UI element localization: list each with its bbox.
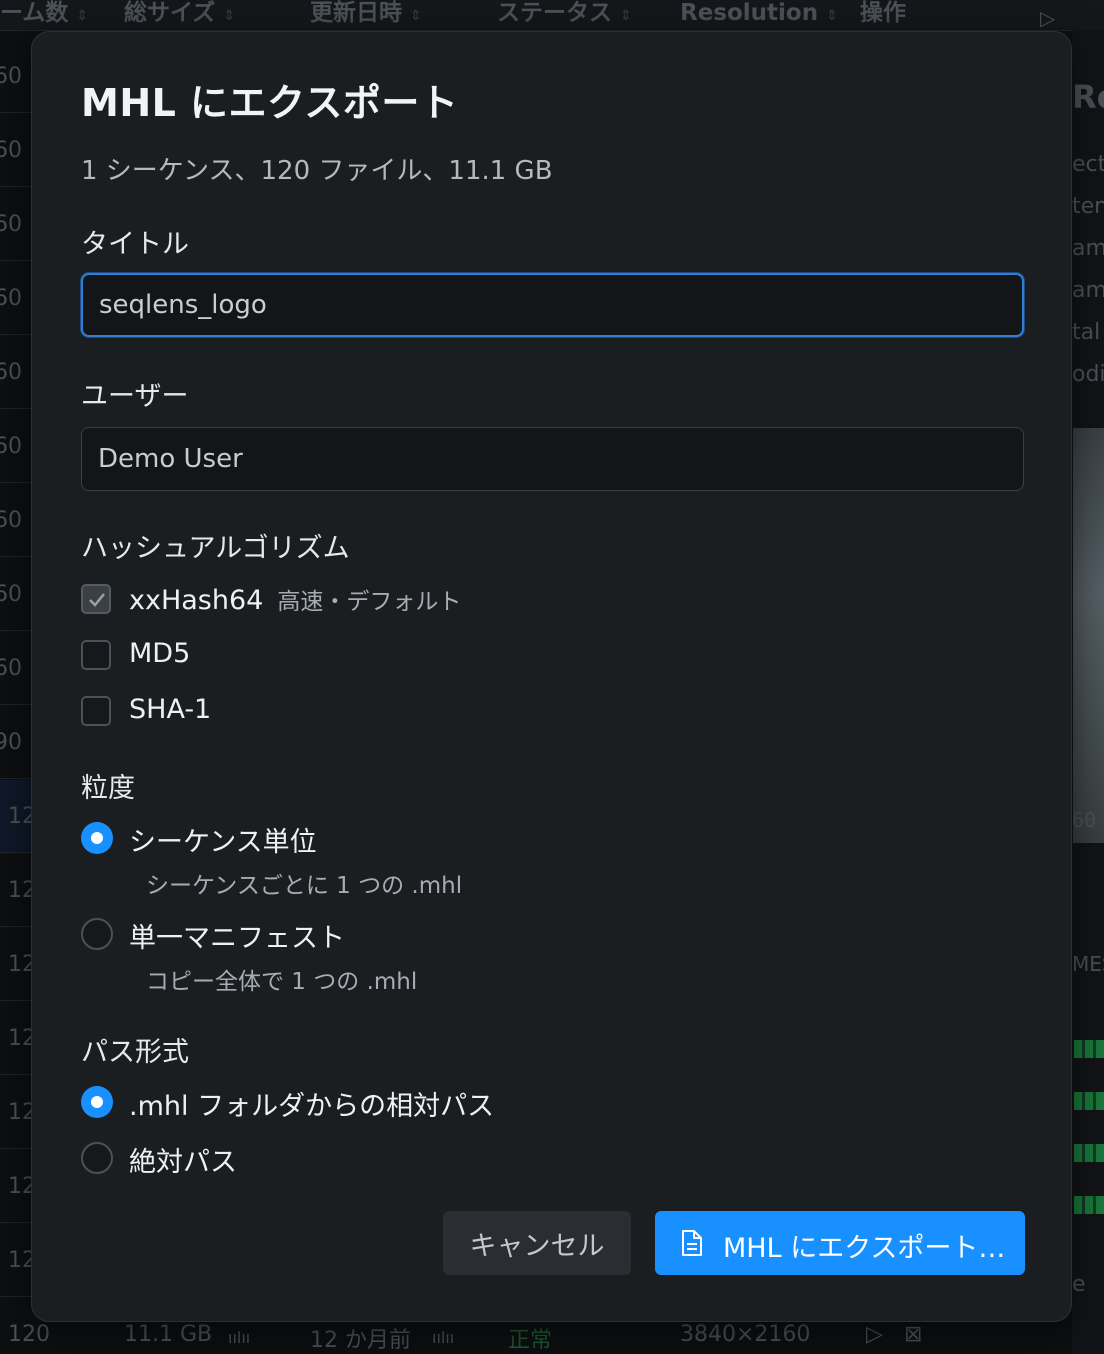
panel-field: ame	[1072, 278, 1104, 303]
option-description: コピー全体で 1 つの .mhl	[146, 969, 418, 995]
sparkline-icon: ıılıı	[432, 1328, 455, 1347]
column-header-actions: 操作	[860, 0, 906, 28]
column-label: 更新日時	[310, 0, 402, 26]
granularity-label: 粒度	[81, 773, 135, 804]
image-icon[interactable]: ⊠	[904, 1322, 922, 1347]
option-label: 絶対パス	[129, 1147, 237, 1178]
table-header: ーム数 ⇕ 総サイズ ⇕ 更新日時 ⇕ ステータス ⇕ Resolution ⇕ 操作	[0, 0, 1104, 31]
panel-field: 60	[1072, 808, 1097, 832]
status-badge: 正常	[508, 1328, 553, 1353]
cell-size: 11.1 GB	[124, 1322, 213, 1347]
relative-path-radio[interactable]	[81, 1086, 113, 1118]
panel-heading: Re	[1072, 78, 1104, 116]
single-manifest-radio[interactable]	[81, 918, 113, 950]
column-header-modified[interactable]: 更新日時 ⇕	[310, 0, 422, 28]
waveform-bar	[1074, 1040, 1104, 1058]
waveform-bar	[1074, 1144, 1104, 1162]
panel-field: ame	[1072, 236, 1104, 261]
sha1-checkbox[interactable]	[81, 696, 111, 726]
panel-field: MES	[1072, 952, 1104, 976]
dialog-title: MHL にエクスポート	[81, 81, 459, 125]
title-field-label: タイトル	[81, 229, 189, 260]
panel-field: e	[1072, 1272, 1086, 1297]
option-label: .mhl フォルダからの相対パス	[129, 1091, 495, 1122]
sort-icon: ⇕	[620, 8, 632, 24]
option-label: MD5	[129, 638, 191, 669]
xxhash64-checkbox[interactable]	[81, 584, 111, 614]
cancel-button[interactable]: キャンセル	[443, 1211, 631, 1275]
sort-icon: ⇕	[76, 8, 89, 24]
cell-frames: 120	[8, 1322, 50, 1347]
column-header-size[interactable]: 総サイズ ⇕	[124, 0, 235, 28]
sort-icon: ⇕	[410, 8, 422, 24]
option-hint: 高速・デフォルト	[277, 589, 462, 615]
play-icon[interactable]: ▷	[866, 1322, 883, 1347]
option-label: SHA-1	[129, 694, 212, 725]
sparkline-icon: ıılıı	[228, 1328, 251, 1347]
thumbnail-preview	[1073, 428, 1104, 843]
column-label: ーム数	[0, 0, 69, 26]
export-button-label: MHL にエクスポート…	[723, 1233, 1006, 1264]
option-label: xxHash64	[129, 585, 264, 616]
column-label: 総サイズ	[124, 0, 216, 26]
column-header-status[interactable]: ステータス ⇕	[497, 0, 632, 28]
option-label: 単一マニフェスト	[129, 923, 345, 954]
option-label: シーケンス単位	[129, 827, 317, 858]
user-input[interactable]	[81, 427, 1024, 491]
column-header-resolution[interactable]: Resolution ⇕	[680, 0, 838, 28]
cell-resolution: 3840×2160	[680, 1322, 811, 1347]
check-icon	[89, 593, 105, 607]
column-label: 操作	[860, 0, 906, 26]
column-label: Resolution	[680, 0, 819, 26]
document-icon	[682, 1230, 702, 1256]
waveform-bar	[1074, 1092, 1104, 1110]
option-description: シーケンスごとに 1 つの .mhl	[146, 873, 463, 899]
per-sequence-radio[interactable]	[81, 822, 113, 854]
export-mhl-dialog: MHL にエクスポート 1 シーケンス、120 ファイル、11.1 GB タイト…	[31, 31, 1072, 1322]
export-mhl-button[interactable]: MHL にエクスポート…	[655, 1211, 1025, 1275]
absolute-path-radio[interactable]	[81, 1142, 113, 1174]
panel-field: odif	[1072, 362, 1104, 387]
hash-algorithm-label: ハッシュアルゴリズム	[81, 533, 350, 564]
waveform-bar	[1074, 1196, 1104, 1214]
title-input[interactable]	[81, 273, 1024, 337]
user-field-label: ユーザー	[81, 381, 189, 412]
panel-field: tal s	[1072, 320, 1104, 345]
sort-icon: ⇕	[826, 8, 838, 24]
column-header-frames[interactable]: ーム数 ⇕	[0, 0, 88, 28]
sort-icon: ⇕	[223, 8, 236, 24]
table-row[interactable]: 120 11.1 GB ıılıı 12 か月前 ıılıı 正常 3840×2…	[0, 1320, 1104, 1354]
panel-field: ten	[1072, 194, 1104, 219]
play-icon[interactable]: ▷	[1040, 6, 1055, 30]
path-format-label: パス形式	[81, 1037, 189, 1068]
dialog-summary: 1 シーケンス、120 ファイル、11.1 GB	[81, 156, 553, 186]
column-label: ステータス	[497, 0, 612, 26]
cell-modified: 12 か月前	[310, 1328, 411, 1353]
md5-checkbox[interactable]	[81, 640, 111, 670]
panel-field: ect	[1072, 152, 1104, 177]
